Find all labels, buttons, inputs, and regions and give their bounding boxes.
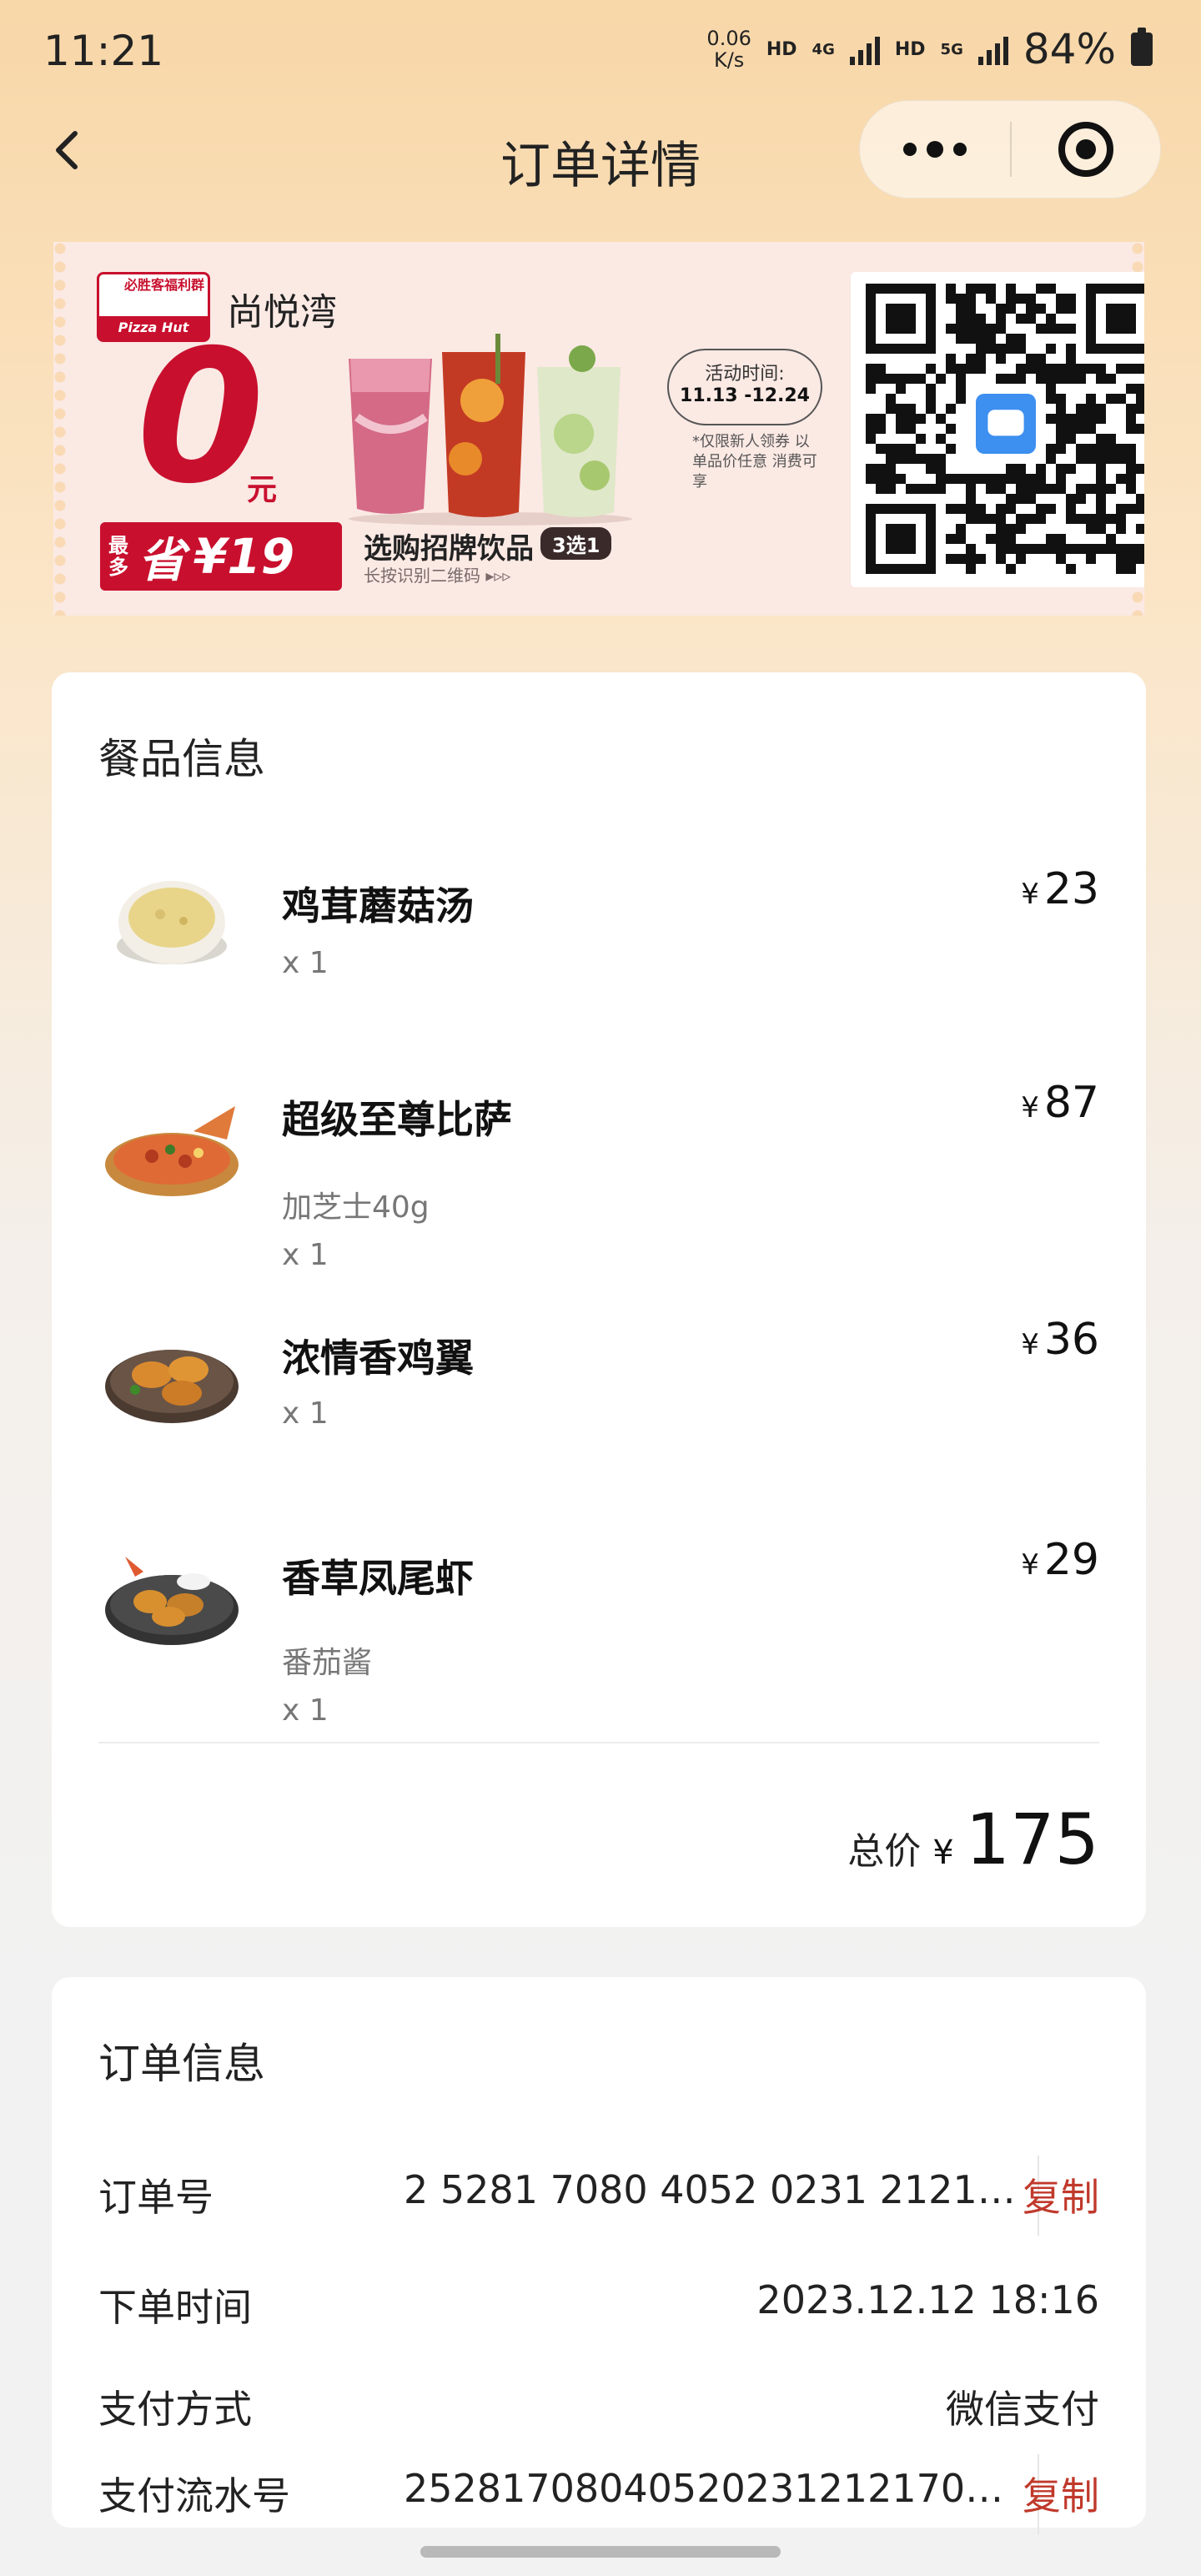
order-number-value: 2 5281 7080 4052 0231 2121 7… [404,2167,1021,2212]
banner-zero: 0 [137,310,265,524]
item-currency: ¥ [1021,1328,1039,1361]
promo-banner[interactable]: 必胜客福利群 Pizza Hut 尚悦湾 0 元 最多 省 ¥19 选购招牌饮品… [53,242,1144,616]
food-info-card: 餐品信息 鸡茸蘑菇汤 x 1 ¥23 超级至尊比萨 加芝士40g x 1 ¥87 [52,672,1146,1927]
list-item[interactable]: 香草凤尾虾 番茄酱 x 1 ¥29 [52,1523,1146,1740]
copy-transaction-number-button[interactable]: 复制 [1023,2466,1099,2521]
list-item[interactable]: 浓情香鸡翼 x 1 ¥36 [52,1303,1146,1487]
order-info-card: 订单信息 订单号 2 5281 7080 4052 0231 2121 7… 复… [52,1977,1146,2534]
item-price: ¥36 [1021,1315,1099,1365]
mini-program-capsule [859,100,1161,199]
item-name: 超级至尊比萨 [282,1097,512,1142]
pizza-image [105,1106,239,1196]
nav-bar: 订单详情 [0,100,1201,214]
home-indicator[interactable] [420,2546,781,2558]
total-currency: ¥ [932,1834,954,1872]
item-price-value: 36 [1043,1315,1099,1365]
transaction-number-value: 252817080405202312121702… [404,2466,1021,2511]
item-currency: ¥ [1021,1548,1039,1582]
date-label: 活动时间: [705,364,785,385]
shrimp-image [105,1557,239,1645]
item-qty: x 1 [282,1396,329,1431]
date-range: 11.13 -12.24 [680,385,810,406]
copy-order-number-button[interactable]: 复制 [1023,2167,1099,2222]
order-number-row: 订单号 2 5281 7080 4052 0231 2121 7… 复制 [98,2156,1099,2236]
net-speed: 0.06 K/s [706,28,751,71]
list-item[interactable]: 鸡茸蘑菇汤 x 1 ¥23 [52,853,1146,1036]
payment-method-row: 支付方式 微信支付 [98,2367,1099,2434]
item-currency: ¥ [1021,1091,1039,1124]
more-dot [953,143,967,156]
more-dots-icon [903,143,917,156]
item-price-value: 87 [1043,1078,1099,1128]
item-name: 香草凤尾虾 [282,1556,474,1601]
banner-date-badge: 活动时间: 11.13 -12.24 [667,349,822,425]
save-amount: ¥19 [193,528,295,585]
order-time-value: 2023.12.12 18:16 [756,2277,1099,2322]
item-price: ¥29 [1021,1535,1099,1585]
banner-yuan: 元 [247,473,278,507]
item-qty: x 1 [282,1238,329,1272]
network-label-2: 5G [940,40,963,58]
battery-icon [1131,28,1153,66]
total-price: 总价 ¥ 175 [847,1799,1099,1880]
order-card-title: 订单信息 [98,2040,265,2088]
save-most: 最多 [108,534,128,579]
signal-icon [849,33,880,65]
item-price-value: 23 [1043,864,1099,914]
item-spec: 加芝士40g [282,1190,430,1225]
hd-label-2: HD [894,38,926,60]
item-spec: 番茄酱 [282,1646,373,1680]
status-bar: 11:21 0.06 K/s HD 4G HD 5G 84% [0,0,1201,100]
status-icons: 0.06 K/s HD 4G HD 5G 84% [706,25,1153,73]
transaction-number-row: 支付流水号 252817080405202312121702… 复制 [98,2454,1099,2534]
hd-label: HD [766,38,797,60]
target-close-icon [1058,122,1113,177]
status-time: 11:21 [43,27,164,75]
banner-promo-tag: 3选1 [540,527,612,560]
order-time-row: 下单时间 2023.12.12 18:16 [98,2266,1099,2332]
order-number-label: 订单号 [98,2175,214,2220]
food-card-title: 餐品信息 [98,735,265,783]
net-speed-value: 0.06 [706,27,751,50]
chicken-wings-image [105,1350,239,1423]
transaction-number-label: 支付流水号 [98,2473,290,2518]
payment-method-label: 支付方式 [98,2387,252,2432]
item-qty: x 1 [282,946,329,980]
save-word: 省 [138,533,185,588]
logo-top-text: 必胜客福利群 [123,277,204,293]
net-speed-unit: K/s [713,48,745,72]
item-qty: x 1 [282,1693,329,1728]
battery-percent: 84% [1023,25,1116,73]
soup-image [117,881,227,964]
item-price: ¥23 [1021,864,1099,914]
signal-icon-2 [977,33,1008,65]
banner-edge-left [53,242,67,616]
qr-code[interactable] [851,272,1144,587]
item-name: 鸡茸蘑菇汤 [282,883,474,928]
total-value: 175 [965,1799,1099,1880]
divider [98,1742,1099,1743]
qr-code-icon [866,284,1144,574]
banner-hint: 长按识别二维码 ▸▹▹ [364,566,511,586]
more-button[interactable] [860,100,1010,199]
list-item[interactable]: 超级至尊比萨 加芝士40g x 1 ¥87 [52,1064,1146,1298]
banner-note: *仅限新人领券 以单品价任意 消费可享 [692,433,817,491]
more-dot [927,141,943,158]
close-button[interactable] [1012,100,1160,199]
network-label: 4G [812,40,835,58]
item-name: 浓情香鸡翼 [282,1336,474,1381]
item-currency: ¥ [1021,878,1039,911]
order-time-label: 下单时间 [98,2285,252,2330]
banner-promo: 选购招牌饮品 [364,532,534,566]
item-price: ¥87 [1021,1078,1099,1128]
total-label: 总价 [847,1830,922,1873]
payment-method-value: 微信支付 [946,2387,1099,2432]
drinks-image [332,334,649,526]
item-price-value: 29 [1043,1535,1099,1585]
banner-save-badge: 最多 省 ¥19 [100,522,342,591]
